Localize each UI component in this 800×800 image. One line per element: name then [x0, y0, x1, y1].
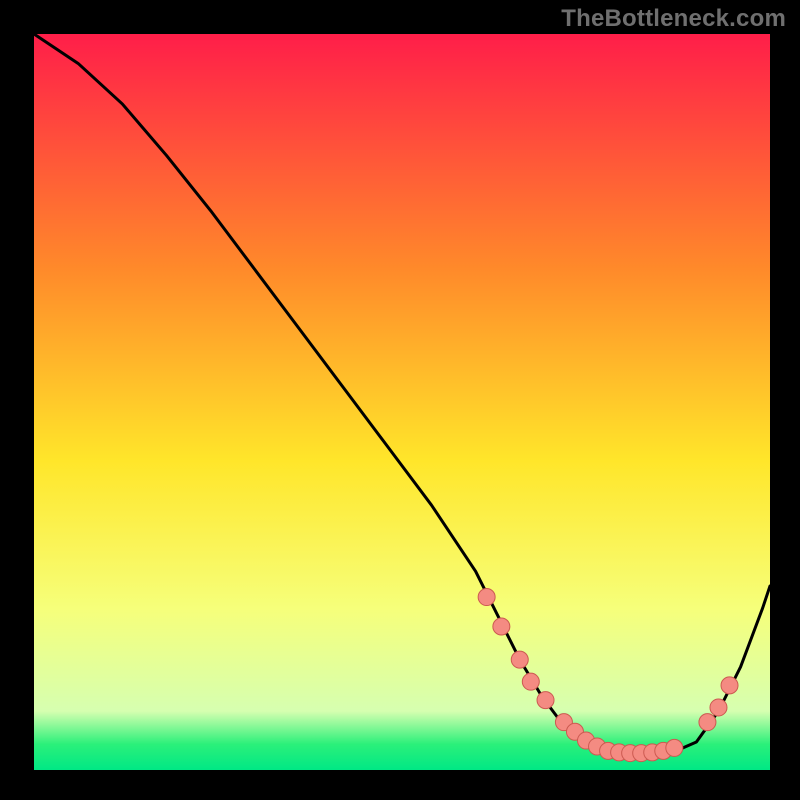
highlight-dot — [493, 618, 510, 635]
highlight-dot — [699, 714, 716, 731]
highlight-dot — [710, 699, 727, 716]
highlight-dot — [522, 673, 539, 690]
highlight-dot — [666, 739, 683, 756]
watermark-text: TheBottleneck.com — [561, 5, 786, 33]
highlight-dot — [478, 589, 495, 606]
highlight-dot — [537, 692, 554, 709]
plot-background — [34, 34, 770, 770]
chart-svg — [0, 0, 800, 800]
highlight-dot — [511, 651, 528, 668]
chart-frame: { "watermark": "TheBottleneck.com", "col… — [0, 0, 800, 800]
highlight-dot — [721, 677, 738, 694]
